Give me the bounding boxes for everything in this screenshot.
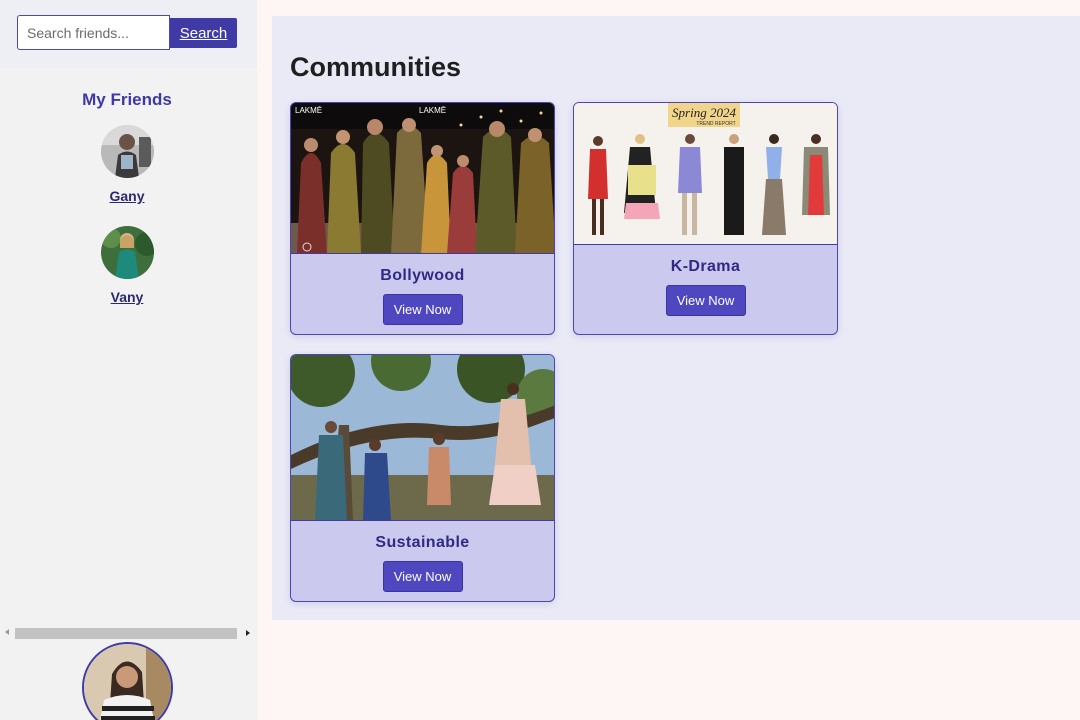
- view-now-button[interactable]: View Now: [382, 294, 463, 325]
- view-now-button[interactable]: View Now: [382, 561, 463, 592]
- community-card-bollywood: LAKMĒ LAKMĒ Bollywood View Now: [290, 102, 555, 335]
- friend-avatar[interactable]: [100, 125, 154, 178]
- community-image: [291, 355, 554, 521]
- community-card-sustainable: Sustainable View Now: [290, 354, 555, 602]
- profile-avatar[interactable]: [82, 642, 173, 720]
- friend-name-link[interactable]: Vany: [111, 289, 144, 305]
- svg-text:LAKMĒ: LAKMĒ: [419, 106, 446, 115]
- search-button[interactable]: Search: [170, 18, 237, 48]
- main-content: Communities LAKMĒ LAKMĒ Bollywood View N…: [272, 16, 1080, 620]
- scroll-right-icon[interactable]: [246, 630, 250, 636]
- scrollbar-thumb[interactable]: [15, 628, 237, 639]
- community-title: Sustainable: [375, 534, 470, 551]
- svg-text:TREND REPORT: TREND REPORT: [696, 121, 735, 127]
- view-now-button[interactable]: View Now: [665, 285, 746, 316]
- friend-item: Gany: [0, 125, 254, 206]
- community-card-k-drama: Spring 2024 TREND REPORT K-Drama View No…: [573, 102, 838, 335]
- community-image: LAKMĒ LAKMĒ: [291, 103, 554, 254]
- friend-name-link[interactable]: Gany: [109, 188, 144, 204]
- scroll-left-icon[interactable]: [5, 629, 9, 635]
- community-title: K-Drama: [670, 258, 741, 275]
- friend-avatar[interactable]: [100, 226, 154, 279]
- sidebar: Search My Friends Gany: [0, 0, 257, 720]
- friend-item: Vany: [0, 226, 254, 307]
- community-image: Spring 2024 TREND REPORT: [574, 103, 837, 245]
- svg-text:LAKMĒ: LAKMĒ: [295, 106, 322, 115]
- svg-text:Spring 2024: Spring 2024: [672, 105, 736, 120]
- friends-heading: My Friends: [82, 90, 172, 109]
- search-input[interactable]: [17, 15, 170, 50]
- search-bar: Search: [0, 0, 257, 68]
- page-title: Communities: [290, 52, 462, 82]
- community-title: Bollywood: [380, 267, 465, 284]
- horizontal-scrollbar[interactable]: [3, 627, 252, 640]
